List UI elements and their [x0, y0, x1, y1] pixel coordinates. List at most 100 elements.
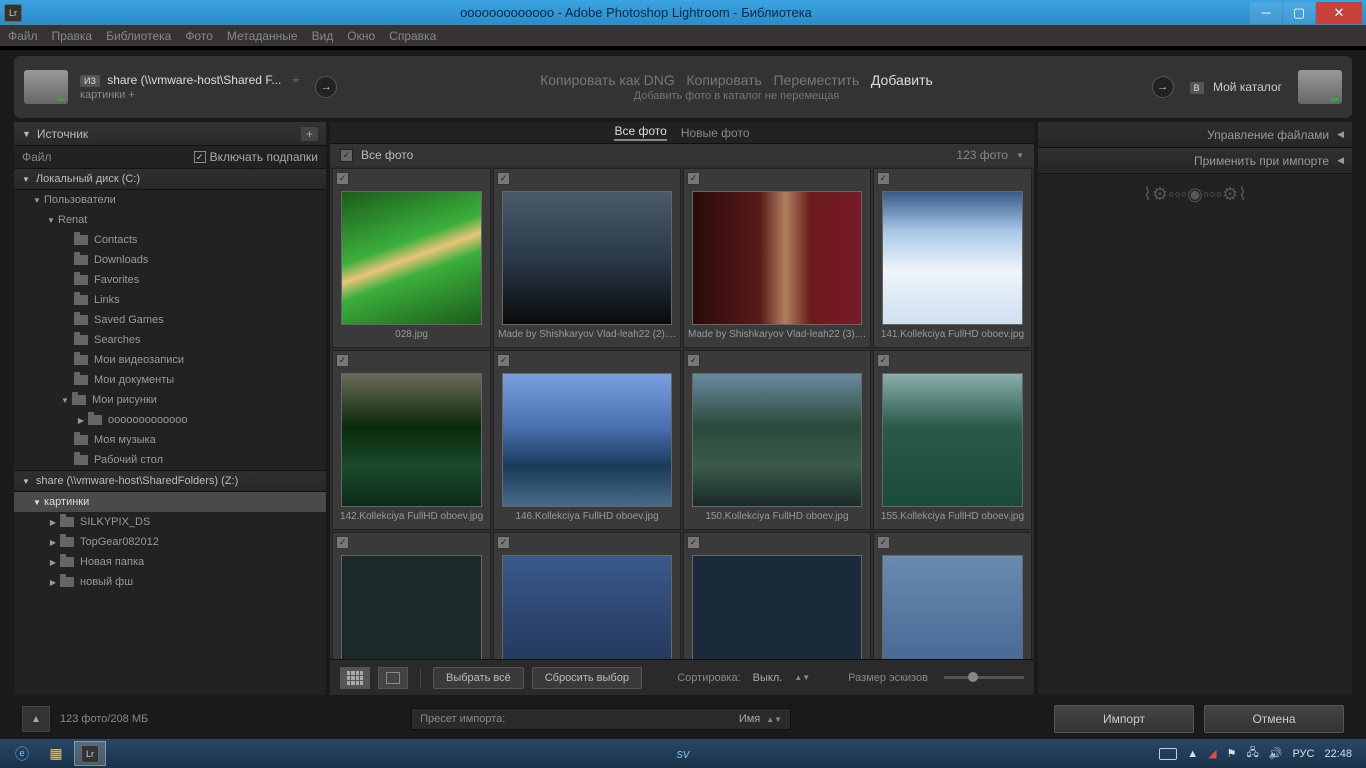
thumb-checkbox[interactable]: ✓: [687, 172, 700, 185]
menu-window[interactable]: Окно: [347, 29, 375, 43]
tray-chevron-up-icon[interactable]: ▲: [1187, 748, 1198, 760]
drive-z-row[interactable]: ▼share (\\vmware-host\SharedFolders) (Z:…: [14, 470, 326, 492]
op-copy[interactable]: Копировать: [686, 72, 761, 88]
source-panel-header[interactable]: ▼ Источник +: [14, 122, 326, 146]
folder-icon: [74, 255, 88, 265]
op-move[interactable]: Переместить: [773, 72, 859, 88]
thumb-checkbox[interactable]: ✓: [336, 536, 349, 549]
tree-folder[interactable]: Мои видеозаписи: [14, 350, 326, 370]
source-selector[interactable]: ИЗ share (\\vmware-host\Shared F... ÷: [80, 73, 299, 87]
import-preset-selector[interactable]: Пресет импорта: Имя ▲▼: [411, 708, 791, 730]
thumb-checkbox[interactable]: ✓: [497, 536, 510, 549]
thumb-cell[interactable]: ✓: [332, 532, 491, 659]
thumb-checkbox[interactable]: ✓: [877, 354, 890, 367]
dest-arrow-icon[interactable]: →: [1152, 76, 1174, 98]
drive-c-row[interactable]: ▼ Локальный диск (C:): [14, 168, 326, 190]
tree-folder[interactable]: ▶новый фш: [14, 572, 326, 592]
view-grid-button[interactable]: [340, 667, 370, 689]
thumb-cell[interactable]: ✓146.Kollekciya FullHD oboev.jpg: [493, 350, 681, 530]
source-arrow-icon[interactable]: →: [315, 76, 337, 98]
import-button[interactable]: Импорт: [1054, 705, 1194, 733]
taskbar-ie-icon[interactable]: ⓔ: [6, 741, 38, 766]
source-dropdown-icon[interactable]: ÷: [293, 73, 300, 87]
thumb-checkbox[interactable]: ✓: [497, 172, 510, 185]
add-source-button[interactable]: +: [301, 127, 318, 141]
tree-folder[interactable]: Saved Games: [14, 310, 326, 330]
taskbar-explorer-icon[interactable]: ▦: [40, 741, 72, 766]
tree-folder[interactable]: Downloads: [14, 250, 326, 270]
taskbar-lightroom-icon[interactable]: Lr: [74, 741, 106, 766]
thumb-checkbox[interactable]: ✓: [687, 536, 700, 549]
cancel-button[interactable]: Отмена: [1204, 705, 1344, 733]
tree-my-pictures[interactable]: ▼Мои рисунки: [14, 390, 326, 410]
thumb-size-slider[interactable]: [944, 676, 1024, 679]
thumb-checkbox[interactable]: ✓: [687, 354, 700, 367]
select-all-checkbox[interactable]: ✓: [340, 149, 353, 162]
op-add[interactable]: Добавить: [871, 72, 933, 88]
tree-subpics[interactable]: ▶ooooooooooooo: [14, 410, 326, 430]
sort-dropdown-icon[interactable]: ▲▼: [794, 673, 810, 682]
menu-view[interactable]: Вид: [312, 29, 334, 43]
expand-filmstrip-button[interactable]: ▲: [22, 706, 50, 732]
tree-folder[interactable]: ▶Новая папка: [14, 552, 326, 572]
tray-language[interactable]: РУС: [1292, 748, 1314, 760]
slider-handle[interactable]: [968, 672, 978, 682]
tree-folder[interactable]: Contacts: [14, 230, 326, 250]
tree-z-pictures[interactable]: ▼картинки: [14, 492, 326, 512]
view-single-button[interactable]: [378, 667, 408, 689]
thumb-cell[interactable]: ✓155.Kollekciya FullHD oboev.jpg: [873, 350, 1032, 530]
tree-user[interactable]: ▼Renat: [14, 210, 326, 230]
thumb-checkbox[interactable]: ✓: [336, 172, 349, 185]
menu-file[interactable]: Файл: [8, 29, 38, 43]
thumb-cell[interactable]: ✓142.Kollekciya FullHD oboev.jpg: [332, 350, 491, 530]
apply-during-import-header[interactable]: Применить при импорте◀: [1038, 148, 1352, 174]
menu-library[interactable]: Библиотека: [106, 29, 171, 43]
thumb-filename: 141.Kollekciya FullHD oboev.jpg: [874, 329, 1031, 347]
tree-folder[interactable]: Links: [14, 290, 326, 310]
thumb-cell[interactable]: ✓150.Kollekciya FullHD oboev.jpg: [683, 350, 871, 530]
menu-metadata[interactable]: Метаданные: [227, 29, 298, 43]
tree-folder[interactable]: ▶SILKYPIX_DS: [14, 512, 326, 532]
tree-folder[interactable]: Favorites: [14, 270, 326, 290]
preset-dropdown-icon[interactable]: ▲▼: [766, 715, 782, 724]
thumb-checkbox[interactable]: ✓: [877, 536, 890, 549]
thumb-cell[interactable]: ✓ 141.Kollekciya FullHD oboev.jpg: [873, 168, 1032, 348]
select-all-button[interactable]: Выбрать всё: [433, 667, 524, 689]
tree-folder[interactable]: Моя музыка: [14, 430, 326, 450]
window-minimize-button[interactable]: ─: [1250, 2, 1282, 24]
window-close-button[interactable]: ✕: [1316, 2, 1362, 24]
tray-security-icon[interactable]: ◢: [1208, 747, 1216, 760]
thumb-checkbox[interactable]: ✓: [497, 354, 510, 367]
menu-help[interactable]: Справка: [389, 29, 436, 43]
file-handling-header[interactable]: Управление файлами◀: [1038, 122, 1352, 148]
window-maximize-button[interactable]: ▢: [1283, 2, 1315, 24]
tree-users[interactable]: ▼Пользователи: [14, 190, 326, 210]
tray-clock[interactable]: 22:48: [1324, 748, 1352, 760]
tray-network-icon[interactable]: 🖧: [1246, 744, 1258, 763]
destination-selector[interactable]: В Мой каталог: [1190, 80, 1282, 94]
thumb-checkbox[interactable]: ✓: [877, 172, 890, 185]
include-subfolders-toggle[interactable]: ✓ Включать подпапки: [194, 150, 318, 164]
tray-flag-icon[interactable]: ⚑: [1227, 747, 1237, 760]
thumb-cell[interactable]: ✓Made by Shishkaryov Vlad-leah22 (2)....: [493, 168, 681, 348]
tree-folder[interactable]: ▶TopGear082012: [14, 532, 326, 552]
tree-folder[interactable]: Мои документы: [14, 370, 326, 390]
thumb-cell[interactable]: ✓028.jpg: [332, 168, 491, 348]
tray-keyboard-icon[interactable]: [1159, 748, 1177, 760]
tab-all-photos[interactable]: Все фото: [614, 124, 666, 141]
menu-edit[interactable]: Правка: [52, 29, 93, 43]
menu-photo[interactable]: Фото: [185, 29, 213, 43]
thumb-cell[interactable]: ✓: [493, 532, 681, 659]
tree-folder[interactable]: Searches: [14, 330, 326, 350]
thumb-cell[interactable]: ✓Made by Shishkaryov Vlad-leah22 (3)....: [683, 168, 871, 348]
count-dropdown-icon[interactable]: ▼: [1016, 151, 1024, 160]
tab-new-photos[interactable]: Новые фото: [681, 126, 750, 140]
tree-folder[interactable]: Рабочий стол: [14, 450, 326, 470]
thumb-checkbox[interactable]: ✓: [336, 354, 349, 367]
thumb-cell[interactable]: ✓: [873, 532, 1032, 659]
sort-value[interactable]: Выкл.: [753, 672, 783, 684]
tray-volume-icon[interactable]: 🔊: [1269, 747, 1283, 760]
op-copy-dng[interactable]: Копировать как DNG: [540, 72, 675, 88]
deselect-all-button[interactable]: Сбросить выбор: [532, 667, 642, 689]
thumb-cell[interactable]: ✓: [683, 532, 871, 659]
